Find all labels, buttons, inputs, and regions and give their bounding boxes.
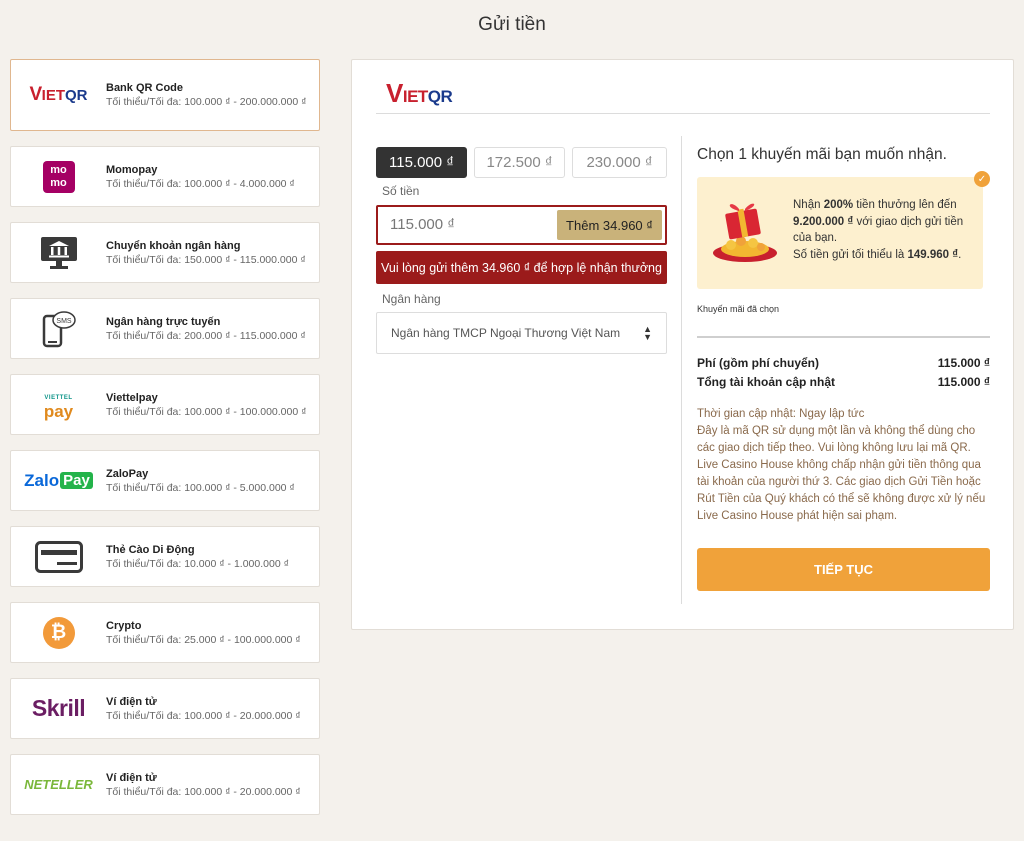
method-skrill[interactable]: Skrill Ví điện tử Tối thiểu/Tối đa: 100.… bbox=[10, 678, 320, 739]
bank-label: Ngân hàng bbox=[382, 292, 441, 306]
bank-select-value: Ngân hàng TMCP Ngoại Thương Việt Nam bbox=[391, 326, 621, 340]
warning-message: Vui lòng gửi thêm 34.960 ₫ để hợp lệ nhậ… bbox=[376, 251, 667, 284]
fee-row: Phí (gồm phí chuyển) 115.000 ₫ bbox=[697, 356, 990, 370]
method-range: Tối thiểu/Tối đa: 100.000 ₫ - 4.000.000 … bbox=[106, 177, 295, 190]
method-name: Momopay bbox=[106, 163, 158, 176]
amount-option-1[interactable]: 115.000 ₫ bbox=[376, 147, 467, 178]
method-name: Bank QR Code bbox=[106, 82, 184, 94]
method-range: Tối thiểu/Tối đa: 100.000 ₫ - 20.000.000… bbox=[106, 785, 301, 798]
method-crypto[interactable]: ₿ Crypto Tối thiểu/Tối đa: 25.000 ₫ - 10… bbox=[10, 602, 320, 663]
checkmark-icon: ✓ bbox=[974, 171, 990, 187]
skrill-logo: Skrill bbox=[31, 695, 86, 721]
viettelpay-logo: VIETTEL pay bbox=[43, 394, 74, 421]
fee-value: 115.000 ₫ bbox=[937, 356, 990, 370]
zalopay-logo: Zalo Pay bbox=[11, 471, 106, 491]
method-name: Chuyển khoản ngân hàng bbox=[106, 239, 241, 252]
amount-input[interactable] bbox=[390, 216, 540, 233]
amount-field: Thêm 34.960 ₫ bbox=[376, 205, 667, 245]
method-name: Crypto bbox=[106, 619, 142, 632]
amount-option-3[interactable]: 230.000 ₫ bbox=[572, 147, 667, 178]
method-range: Tối thiểu/Tối đa: 100.000 ₫ - 200.000.00… bbox=[106, 96, 307, 108]
amount-label: Số tiền bbox=[382, 184, 420, 198]
vietqr-logo: VIETQR bbox=[29, 84, 88, 105]
method-name: Ngân hàng trực tuyến bbox=[106, 315, 221, 328]
svg-text:SMS: SMS bbox=[56, 318, 72, 325]
vertical-divider bbox=[681, 136, 682, 604]
method-viettelpay[interactable]: VIETTEL pay Viettelpay Tối thiểu/Tối đa:… bbox=[10, 374, 320, 435]
bank-transfer-icon bbox=[11, 236, 106, 270]
method-name: Ví điện tử bbox=[106, 695, 157, 708]
promo-selected-label: Khuyến mãi đã chọn bbox=[697, 304, 780, 314]
add-amount-button[interactable]: Thêm 34.960 ₫ bbox=[557, 210, 662, 240]
divider bbox=[376, 113, 990, 114]
method-online-banking[interactable]: SMS Ngân hàng trực tuyến Tối thiểu/Tối đ… bbox=[10, 298, 320, 359]
payment-method-list: V IET QR Bank QR Code Tối thiểu/Tối đa: 10… bbox=[10, 59, 320, 830]
sms-phone-icon: SMS bbox=[11, 310, 106, 348]
promo-card[interactable]: Nhận 200% tiền thưởng lên đến 9.200.000 … bbox=[697, 177, 983, 289]
total-label: Tổng tài khoản cập nhật bbox=[697, 375, 836, 389]
method-range: Tối thiểu/Tối đa: 25.000 ₫ - 100.000.000… bbox=[106, 633, 301, 646]
vietqr-logo: VIETQR bbox=[386, 78, 453, 108]
method-bank-transfer[interactable]: Chuyển khoản ngân hàng Tối thiểu/Tối đa:… bbox=[10, 222, 320, 283]
method-range: Tối thiểu/Tối đa: 100.000 ₫ - 5.000.000 … bbox=[106, 481, 295, 494]
promo-description: Nhận 200% tiền thưởng lên đến 9.200.000 … bbox=[793, 199, 964, 261]
method-momopay[interactable]: mo mo Momopay Tối thiểu/Tối đa: 100.000 ₫… bbox=[10, 146, 320, 207]
method-range: Tối thiểu/Tối đa: 100.000 ₫ - 100.000.00… bbox=[106, 405, 307, 418]
method-name: Thẻ Cào Di Động bbox=[106, 543, 195, 556]
fee-label: Phí (gồm phí chuyển) bbox=[697, 356, 819, 370]
bitcoin-icon: ₿ bbox=[11, 616, 106, 649]
method-name: Ví điện tử bbox=[106, 771, 157, 784]
amount-option-2[interactable]: 172.500 ₫ bbox=[474, 147, 565, 178]
method-mobile-card[interactable]: Thẻ Cào Di Động Tối thiểu/Tối đa: 10.000… bbox=[10, 526, 320, 587]
divider bbox=[697, 336, 990, 338]
method-name: ZaloPay bbox=[106, 467, 149, 480]
total-row: Tổng tài khoản cập nhật 115.000 ₫ bbox=[697, 375, 990, 389]
method-range: Tối thiểu/Tối đa: 100.000 ₫ - 20.000.000… bbox=[106, 709, 301, 722]
method-range: Tối thiểu/Tối đa: 10.000 ₫ - 1.000.000 ₫ bbox=[106, 557, 289, 570]
method-zalopay[interactable]: Zalo Pay ZaloPay Tối thiểu/Tối đa: 100.00… bbox=[10, 450, 320, 511]
bank-select[interactable]: Ngân hàng TMCP Ngoại Thương Việt Nam ▲ ▼ bbox=[376, 312, 667, 354]
total-value: 115.000 ₫ bbox=[937, 375, 990, 389]
method-range: Tối thiểu/Tối đa: 200.000 ₫ - 115.000.00… bbox=[106, 329, 306, 342]
method-name: Viettelpay bbox=[106, 391, 158, 404]
info-text: Thời gian cập nhật: Ngay lập tức Đây là … bbox=[697, 408, 986, 522]
method-neteller[interactable]: NETELLER Ví điện tử Tối thiểu/Tối đa: 10… bbox=[10, 754, 320, 815]
momo-logo: mo mo bbox=[11, 160, 106, 193]
method-range: Tối thiểu/Tối đa: 150.000 ₫ - 115.000.00… bbox=[106, 253, 306, 266]
continue-button[interactable]: TIẾP TỤC bbox=[697, 548, 990, 591]
neteller-logo: NETELLER bbox=[24, 777, 93, 792]
page-title: Gửi tiền bbox=[478, 14, 546, 35]
deposit-panel: VIETQR 115.000 ₫ 172.500 ₫ 230.000 ₫ Số … bbox=[351, 59, 1014, 630]
promo-title: Chọn 1 khuyến mãi bạn muốn nhận. bbox=[697, 146, 947, 163]
gift-box-icon bbox=[709, 197, 781, 267]
select-arrows-icon: ▲ ▼ bbox=[643, 324, 652, 342]
method-bank-qr-code[interactable]: V IET QR Bank QR Code Tối thiểu/Tối đa: 10… bbox=[10, 59, 320, 131]
card-icon bbox=[11, 540, 106, 573]
